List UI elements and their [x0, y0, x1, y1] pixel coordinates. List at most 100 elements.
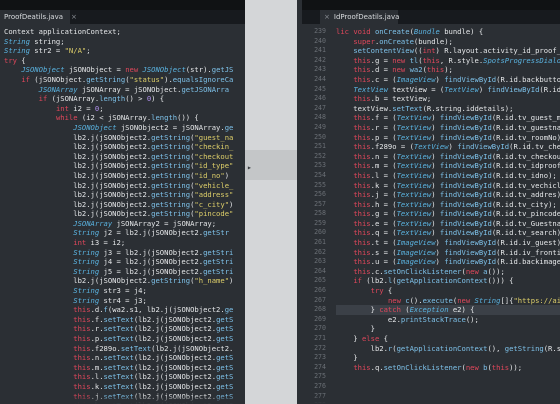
- line-number: 248: [314, 113, 326, 122]
- right-code-area[interactable]: lic void onCreate(Bundle bundle) { super…: [336, 27, 560, 404]
- code-line: this.s = (ImageView) findViewById(R.id.i…: [336, 248, 560, 258]
- tab-proofdeatils[interactable]: ProofDeatils.java ×: [0, 10, 77, 24]
- code-token: try: [4, 55, 17, 65]
- code-token: ): [431, 170, 440, 180]
- line-number: 254: [314, 170, 326, 179]
- code-token: getStri: [203, 247, 234, 257]
- code-token: "id_no": [194, 170, 225, 180]
- code-line: String j3 = lb2.j(jSONObject2.getStri: [4, 248, 245, 258]
- code-token: lb2.j(jSONObject2.: [4, 142, 152, 152]
- code-token: "guest_na: [194, 132, 234, 142]
- code-token: .d =: [370, 65, 393, 75]
- code-token: i2 =: [68, 103, 95, 113]
- code-token: ;: [99, 103, 104, 113]
- code-token: this: [353, 132, 371, 142]
- close-icon[interactable]: ×: [71, 13, 77, 21]
- code-line: this.f = (TextView) findViewById(R.id.tv…: [336, 113, 560, 123]
- code-line: this.m.setText(lb2.j(jSONObject2.getS: [4, 363, 245, 373]
- code-token: ));: [509, 362, 523, 372]
- code-token: (R.id.backbutton_ar: [496, 74, 560, 84]
- code-token: getStri: [203, 257, 234, 267]
- code-token: .l.: [90, 372, 104, 382]
- code-token: .n = (: [370, 151, 397, 161]
- code-token: .r = (: [370, 122, 397, 132]
- code-token: {: [16, 55, 26, 65]
- code-token: findViewById: [444, 257, 497, 267]
- code-token: String: [73, 257, 100, 267]
- code-token: lb2.: [336, 343, 388, 353]
- split-divider[interactable]: ▸: [245, 0, 302, 404]
- code-token: lb2.j(jSONObject2.: [4, 180, 152, 190]
- close-icon[interactable]: ×: [324, 13, 330, 21]
- code-token: this: [426, 65, 445, 75]
- code-token: findViewById: [439, 132, 492, 142]
- code-token: TextView: [396, 132, 432, 142]
- left-code-area[interactable]: Context applicationContext; String string…: [4, 27, 245, 404]
- code-token: "checkin_: [194, 142, 234, 152]
- code-token: Bundle: [413, 27, 440, 36]
- code-line: String j4 = lb2.j(jSONObject2.getStri: [4, 257, 245, 267]
- right-editor-pane: × IdProofDeatils.java 239 240 241 242 243 244 2…: [302, 0, 560, 404]
- drag-handle-icon[interactable]: ▸: [247, 163, 252, 172]
- code-token: (R.id.tv_vechicleno): [491, 180, 560, 190]
- code-token: getS: [216, 381, 234, 391]
- code-token: .k = (: [370, 180, 397, 190]
- code-token: ) R.layout.activity_id_proof_deta: [435, 46, 560, 56]
- code-token: str4 = j3;: [99, 295, 147, 305]
- code-token: .m.: [90, 362, 104, 372]
- code-token: (R.id.tv_addres);: [491, 190, 560, 200]
- code-line: String str3 = j4;: [4, 286, 245, 296]
- code-line: lb2.j(jSONObject2.getString("checkout: [4, 152, 245, 162]
- code-line: lb2.j(jSONObject2.getString("pincode": [4, 209, 245, 219]
- code-token: findViewById: [457, 142, 510, 152]
- code-line: String str2 = "N/A";: [4, 46, 245, 56]
- tab-idproofdeatils[interactable]: × IdProofDeatils.java: [320, 10, 399, 24]
- code-token: (R.id.tv_guest_mobil: [491, 113, 560, 123]
- code-token: .k.: [90, 381, 104, 391]
- code-token: (lb2.j(jSONObject2.: [133, 324, 217, 334]
- code-line: JSONObject jSONObject = new JSONObject(s…: [4, 65, 245, 75]
- code-token: this: [353, 257, 371, 267]
- code-token: (R.id.tv_idproof);: [491, 161, 560, 171]
- code-token: ): [431, 209, 440, 219]
- code-token: int: [55, 103, 69, 113]
- code-token: str3 = j4;: [99, 286, 147, 296]
- code-token: ImageView: [396, 247, 436, 257]
- code-token: .l = (: [370, 170, 397, 180]
- code-token: setOnClickListener: [383, 266, 462, 276]
- code-token: j3 = lb2.j(jSONObject2.: [99, 247, 204, 257]
- line-number: 239: [314, 27, 326, 35]
- code-token: .h = (: [370, 199, 397, 209]
- code-token: TextView: [396, 161, 432, 171]
- code-token: (R.string.iddetails);: [422, 103, 514, 113]
- code-token: jSONObject2 = jSONArray.: [116, 122, 225, 132]
- code-token: ()) {: [177, 113, 199, 123]
- code-token: lb2.j(jSONObject2.: [4, 199, 152, 209]
- code-token: (R.id.tv_pincode);: [491, 209, 560, 219]
- code-line: this.k.setText(lb2.j(jSONObject2.getS: [4, 382, 245, 392]
- code-line: this.q = (TextView) findViewById(R.id.tv…: [336, 228, 560, 238]
- code-token: (: [400, 305, 410, 315]
- code-token: (lb2.j(jSONObject2.: [133, 381, 217, 391]
- code-line: this.c = (ImageView) findViewById(R.id.b…: [336, 75, 560, 85]
- line-number: 244: [314, 74, 326, 83]
- code-token: }: [336, 334, 362, 343]
- line-number: 253: [314, 161, 326, 170]
- code-token: setText: [120, 343, 152, 353]
- code-token: TextView: [444, 84, 479, 94]
- code-token: TextView: [396, 218, 432, 228]
- code-token: "id_type": [194, 161, 234, 171]
- code-token: new: [387, 295, 401, 305]
- code-line: } catch (Exception e2) {: [336, 305, 560, 315]
